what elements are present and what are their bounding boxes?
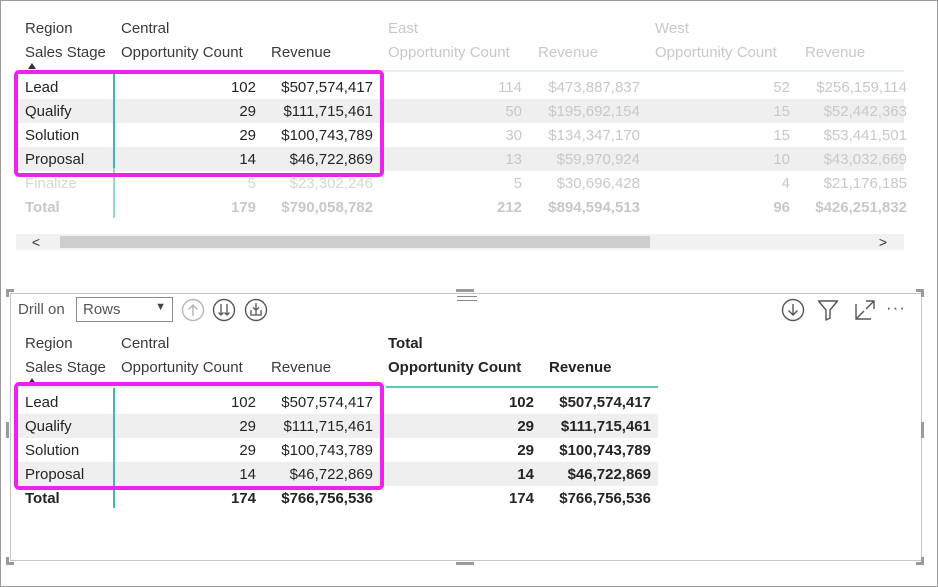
column-header-west: West (655, 20, 689, 37)
cell-east-revenue: $134,347,170 (548, 127, 640, 144)
cell-total-count: 29 (517, 418, 534, 435)
cell-east-revenue: $473,887,837 (548, 79, 640, 96)
row-label-finalize[interactable]: Finalize (25, 175, 77, 193)
resize-corner-bottom-left[interactable] (6, 557, 14, 565)
scroll-left-icon[interactable]: < (26, 234, 46, 250)
column-header-revenue: Revenue (538, 44, 599, 61)
drill-up-icon[interactable] (181, 298, 205, 322)
row-header-region: Region (25, 20, 73, 37)
column-header-revenue: Revenue (271, 44, 332, 61)
cell-total-revenue: $100,743,789 (559, 442, 651, 459)
total-central-revenue: $766,756,536 (281, 490, 373, 507)
row-label-total: Total (25, 199, 60, 216)
drill-select-value: Rows (83, 301, 121, 318)
column-header-central: Central (121, 335, 170, 352)
cell-total-revenue: $46,722,869 (567, 466, 651, 483)
resize-corner-bottom-right[interactable] (916, 557, 924, 565)
cell-west-revenue: $53,441,501 (823, 127, 907, 144)
total-central-count: 179 (230, 199, 256, 216)
row-header-sales-stage[interactable]: Sales Stage (25, 359, 106, 377)
column-header-revenue: Revenue (271, 359, 332, 376)
resize-handle-left[interactable] (6, 422, 9, 438)
cell-total-count: 102 (508, 394, 534, 411)
row-header-region: Region (25, 335, 73, 352)
scrollbar-thumb[interactable] (60, 236, 650, 248)
more-options-icon[interactable]: ··· (886, 299, 906, 317)
resize-handle-right[interactable] (921, 422, 924, 438)
expand-all-icon[interactable] (244, 298, 268, 322)
cell-west-count: 4 (781, 175, 790, 192)
cell-west-revenue: $21,176,185 (823, 175, 907, 192)
cell-east-revenue: $195,692,154 (548, 103, 640, 120)
cell-west-count: 15 (773, 103, 790, 120)
column-header-opportunity-count: Opportunity Count (121, 44, 243, 61)
total-east-count: 212 (496, 199, 522, 216)
scroll-right-icon[interactable]: > (873, 234, 893, 250)
cell-total-revenue: $507,574,417 (559, 394, 651, 411)
cell-west-revenue: $256,159,114 (816, 79, 907, 96)
cell-total-count: 14 (517, 466, 534, 483)
drill-on-select[interactable]: Rows ▼ (76, 297, 173, 322)
horizontal-scrollbar[interactable]: < > (16, 234, 904, 250)
column-header-revenue: Revenue (805, 44, 866, 61)
cell-east-count: 30 (505, 127, 522, 144)
cell-west-revenue: $43,032,669 (823, 151, 907, 168)
cell-west-count: 15 (773, 127, 790, 144)
cell-east-count: 114 (498, 79, 522, 96)
resize-handle-top[interactable] (456, 289, 474, 292)
cell-west-revenue: $52,442,363 (823, 103, 907, 120)
column-header-total-revenue: Revenue (549, 359, 612, 376)
highlight-box (14, 70, 384, 177)
cell-east-revenue: $30,696,428 (556, 175, 640, 192)
drill-mode-icon[interactable] (781, 298, 805, 322)
total-west-count: 96 (773, 199, 790, 216)
column-header-opportunity-count: Opportunity Count (388, 44, 510, 61)
column-header-opportunity-count: Opportunity Count (655, 44, 777, 61)
column-header-total: Total (388, 335, 423, 352)
drill-on-label: Drill on (18, 301, 65, 318)
cell-west-count: 52 (773, 79, 790, 96)
row-label-total: Total (25, 490, 60, 507)
sort-ascending-icon[interactable] (28, 63, 36, 69)
resize-corner-top-left[interactable] (6, 289, 14, 297)
grand-total-count: 174 (508, 490, 534, 507)
column-header-opportunity-count: Opportunity Count (121, 359, 243, 376)
filter-icon[interactable] (816, 298, 840, 322)
drill-down-next-level-icon[interactable] (212, 298, 236, 322)
cell-east-count: 50 (505, 103, 522, 120)
column-header-east: East (388, 20, 419, 37)
cell-east-revenue: $59,970,924 (556, 151, 640, 168)
cell-west-count: 10 (773, 151, 790, 168)
cell-total-revenue: $111,715,461 (560, 418, 651, 435)
total-central-revenue: $790,058,782 (281, 199, 373, 216)
drag-handle-icon[interactable] (457, 296, 477, 305)
cell-central-count: 5 (247, 175, 256, 192)
column-header-central: Central (121, 20, 170, 37)
total-header-divider (386, 386, 658, 388)
cell-central-revenue: $23,302,246 (289, 175, 373, 192)
total-central-count: 174 (230, 490, 256, 507)
cell-east-count: 5 (513, 175, 522, 192)
total-west-revenue: $426,251,832 (815, 199, 907, 216)
resize-corner-top-right[interactable] (916, 289, 924, 297)
row-header-sales-stage[interactable]: Sales Stage (25, 44, 106, 62)
column-header-total-opportunity-count: Opportunity Count (388, 359, 522, 376)
total-east-revenue: $894,594,513 (548, 199, 640, 216)
grand-total-revenue: $766,756,536 (559, 490, 651, 507)
highlight-box (14, 382, 384, 490)
focus-mode-icon[interactable] (853, 298, 877, 322)
chevron-down-icon: ▼ (155, 301, 166, 313)
cell-total-count: 29 (517, 442, 534, 459)
cell-east-count: 13 (505, 151, 522, 168)
resize-handle-bottom[interactable] (456, 562, 474, 565)
